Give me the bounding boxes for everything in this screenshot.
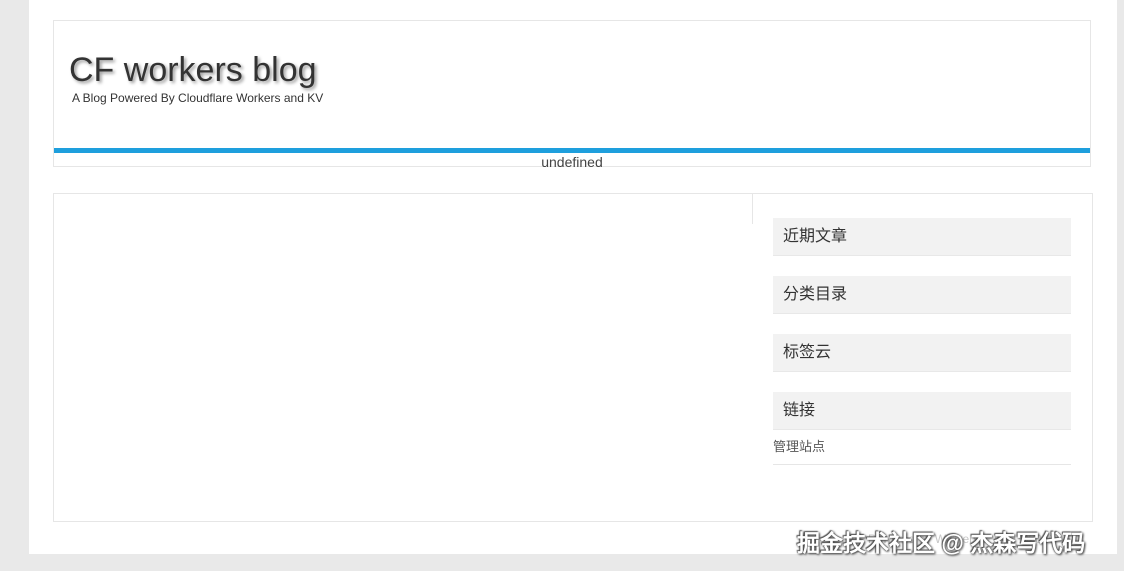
widget-tag-cloud[interactable]: 标签云 xyxy=(773,334,1071,372)
nav-bar xyxy=(54,148,1090,153)
page-container: CF workers blog A Blog Powered By Cloudf… xyxy=(29,0,1117,554)
content-area: 近期文章 分类目录 标签云 链接 管理站点 xyxy=(53,193,1093,522)
widget-recent-posts[interactable]: 近期文章 xyxy=(773,218,1071,256)
watermark: 掘金技术社区 @ 杰森写代码 xyxy=(797,530,1086,556)
main-column xyxy=(54,194,753,224)
site-title[interactable]: CF workers blog xyxy=(69,50,317,90)
admin-link[interactable]: 管理站点 xyxy=(773,436,1071,465)
site-header: CF workers blog A Blog Powered By Cloudf… xyxy=(53,20,1091,170)
site-description: A Blog Powered By Cloudflare Workers and… xyxy=(72,91,324,105)
sidebar: 近期文章 分类目录 标签云 链接 管理站点 xyxy=(773,218,1071,465)
widget-links[interactable]: 链接 xyxy=(773,392,1071,430)
nav-menu[interactable]: undefined xyxy=(54,154,1090,170)
widget-categories[interactable]: 分类目录 xyxy=(773,276,1071,314)
